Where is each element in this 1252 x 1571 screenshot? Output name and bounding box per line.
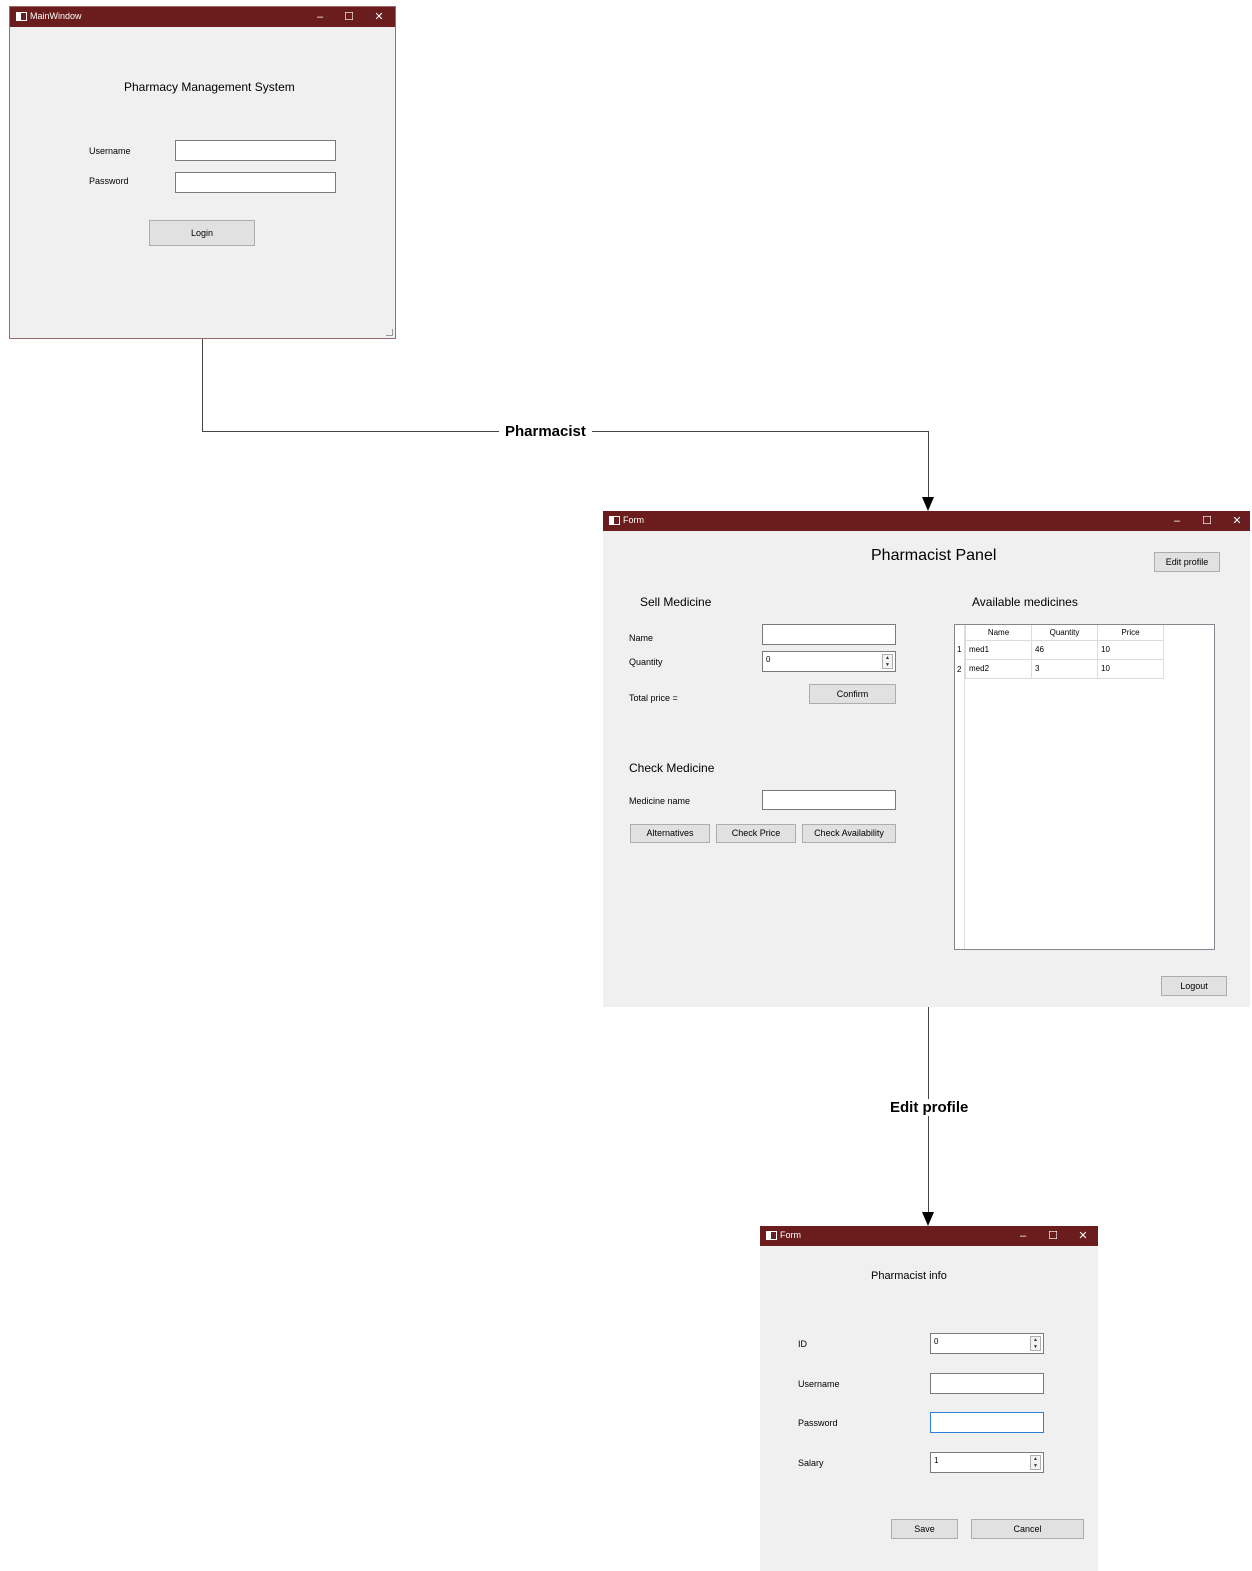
close-icon[interactable]: ✕ <box>364 7 394 27</box>
medicine-name-label: Medicine name <box>629 796 691 806</box>
page-title: Pharmacist Panel <box>871 547 997 564</box>
close-icon[interactable]: ✕ <box>1222 511 1252 531</box>
id-value: 0 <box>934 1337 939 1346</box>
check-price-button[interactable]: Check Price <box>716 824 796 843</box>
pharmacist-info-window: Form – ☐ ✕ Pharmacist info ID 0 ▲ ▼ Usern… <box>760 1226 1098 1571</box>
password-label: Password <box>798 1418 838 1428</box>
table-cell[interactable]: 46 <box>1031 639 1098 660</box>
name-label: Name <box>629 633 654 643</box>
check-medicine-heading: Check Medicine <box>629 761 715 775</box>
arrow-down-icon <box>922 497 934 511</box>
maximize-icon[interactable]: ☐ <box>1038 1226 1068 1246</box>
check-availability-button[interactable]: Check Availability <box>802 824 896 843</box>
window-title: MainWindow <box>30 11 82 21</box>
edit-profile-button[interactable]: Edit profile <box>1154 552 1220 572</box>
window-title: Form <box>780 1230 801 1240</box>
username-field[interactable] <box>930 1373 1044 1394</box>
check-medicine-name-input[interactable] <box>762 790 896 810</box>
confirm-button[interactable]: Confirm <box>809 684 896 704</box>
panel-titlebar: Form – ☐ ✕ <box>603 511 1250 531</box>
column-header[interactable]: Price <box>1097 625 1164 641</box>
flow-label-pharmacist: Pharmacist <box>499 423 592 440</box>
spin-arrows-icon[interactable]: ▲ ▼ <box>882 654 893 669</box>
logout-button[interactable]: Logout <box>1161 976 1227 996</box>
table-cell[interactable]: 3 <box>1031 658 1098 679</box>
connector-line <box>928 431 929 499</box>
table-row[interactable]: med2 3 10 <box>965 658 1164 679</box>
page-title: Pharmacist info <box>871 1270 947 1282</box>
quantity-stepper[interactable]: 0 ▲ ▼ <box>762 651 896 672</box>
salary-label: Salary <box>798 1458 824 1468</box>
username-label: Username <box>89 146 131 156</box>
row-number: 2 <box>957 665 962 674</box>
password-label: Password <box>89 176 129 186</box>
window-app-icon <box>16 12 27 21</box>
minimize-icon[interactable]: – <box>1162 511 1192 531</box>
password-field[interactable] <box>930 1412 1044 1433</box>
window-title: Form <box>623 515 644 525</box>
salary-stepper[interactable]: 1 ▲ ▼ <box>930 1452 1044 1473</box>
main-window-titlebar: MainWindow – ☐ ✕ <box>10 7 395 27</box>
column-header[interactable]: Quantity <box>1031 625 1098 641</box>
page-title: Pharmacy Management System <box>124 80 295 94</box>
username-label: Username <box>798 1379 840 1389</box>
quantity-value: 0 <box>766 655 771 664</box>
cancel-button[interactable]: Cancel <box>971 1519 1084 1539</box>
main-window: MainWindow – ☐ ✕ Pharmacy Management Sys… <box>9 6 396 339</box>
maximize-icon[interactable]: ☐ <box>1192 511 1222 531</box>
id-stepper[interactable]: 0 ▲ ▼ <box>930 1333 1044 1354</box>
table-cell[interactable]: med1 <box>965 639 1032 660</box>
quantity-label: Quantity <box>629 657 663 667</box>
table-cell[interactable]: 10 <box>1097 658 1164 679</box>
medicines-table: Name Quantity Price med1 46 10 med2 3 10… <box>954 624 1215 950</box>
close-icon[interactable]: ✕ <box>1068 1226 1098 1246</box>
table-row[interactable]: med1 46 10 <box>965 639 1164 660</box>
window-app-icon <box>609 516 620 525</box>
save-button[interactable]: Save <box>891 1519 958 1539</box>
minimize-icon[interactable]: – <box>1008 1226 1038 1246</box>
arrow-down-icon <box>922 1212 934 1226</box>
login-button[interactable]: Login <box>149 220 255 246</box>
alternatives-button[interactable]: Alternatives <box>630 824 710 843</box>
flow-label-edit-profile: Edit profile <box>884 1099 975 1116</box>
spin-arrows-icon[interactable]: ▲ ▼ <box>1030 1455 1041 1470</box>
salary-value: 1 <box>934 1456 939 1465</box>
resize-grip-icon[interactable] <box>386 329 393 336</box>
maximize-icon[interactable]: ☐ <box>334 7 364 27</box>
connector-line <box>202 339 203 431</box>
total-price-label: Total price = <box>629 693 678 703</box>
username-field[interactable] <box>175 140 336 161</box>
column-header[interactable]: Name <box>965 625 1032 641</box>
info-titlebar: Form – ☐ ✕ <box>760 1226 1098 1246</box>
table-cell[interactable]: 10 <box>1097 639 1164 660</box>
spin-arrows-icon[interactable]: ▲ ▼ <box>1030 1336 1041 1351</box>
medicine-name-input[interactable] <box>762 624 896 645</box>
pharmacist-panel-window: Form – ☐ ✕ Pharmacist Panel Edit profile… <box>603 511 1250 1007</box>
sell-medicine-heading: Sell Medicine <box>640 595 712 609</box>
window-app-icon <box>766 1231 777 1240</box>
table-header-row: Name Quantity Price <box>965 625 1164 641</box>
table-cell[interactable]: med2 <box>965 658 1032 679</box>
available-medicines-heading: Available medicines <box>972 595 1078 609</box>
row-number: 1 <box>957 645 962 654</box>
id-label: ID <box>798 1339 807 1349</box>
minimize-icon[interactable]: – <box>305 7 335 27</box>
password-field[interactable] <box>175 172 336 193</box>
